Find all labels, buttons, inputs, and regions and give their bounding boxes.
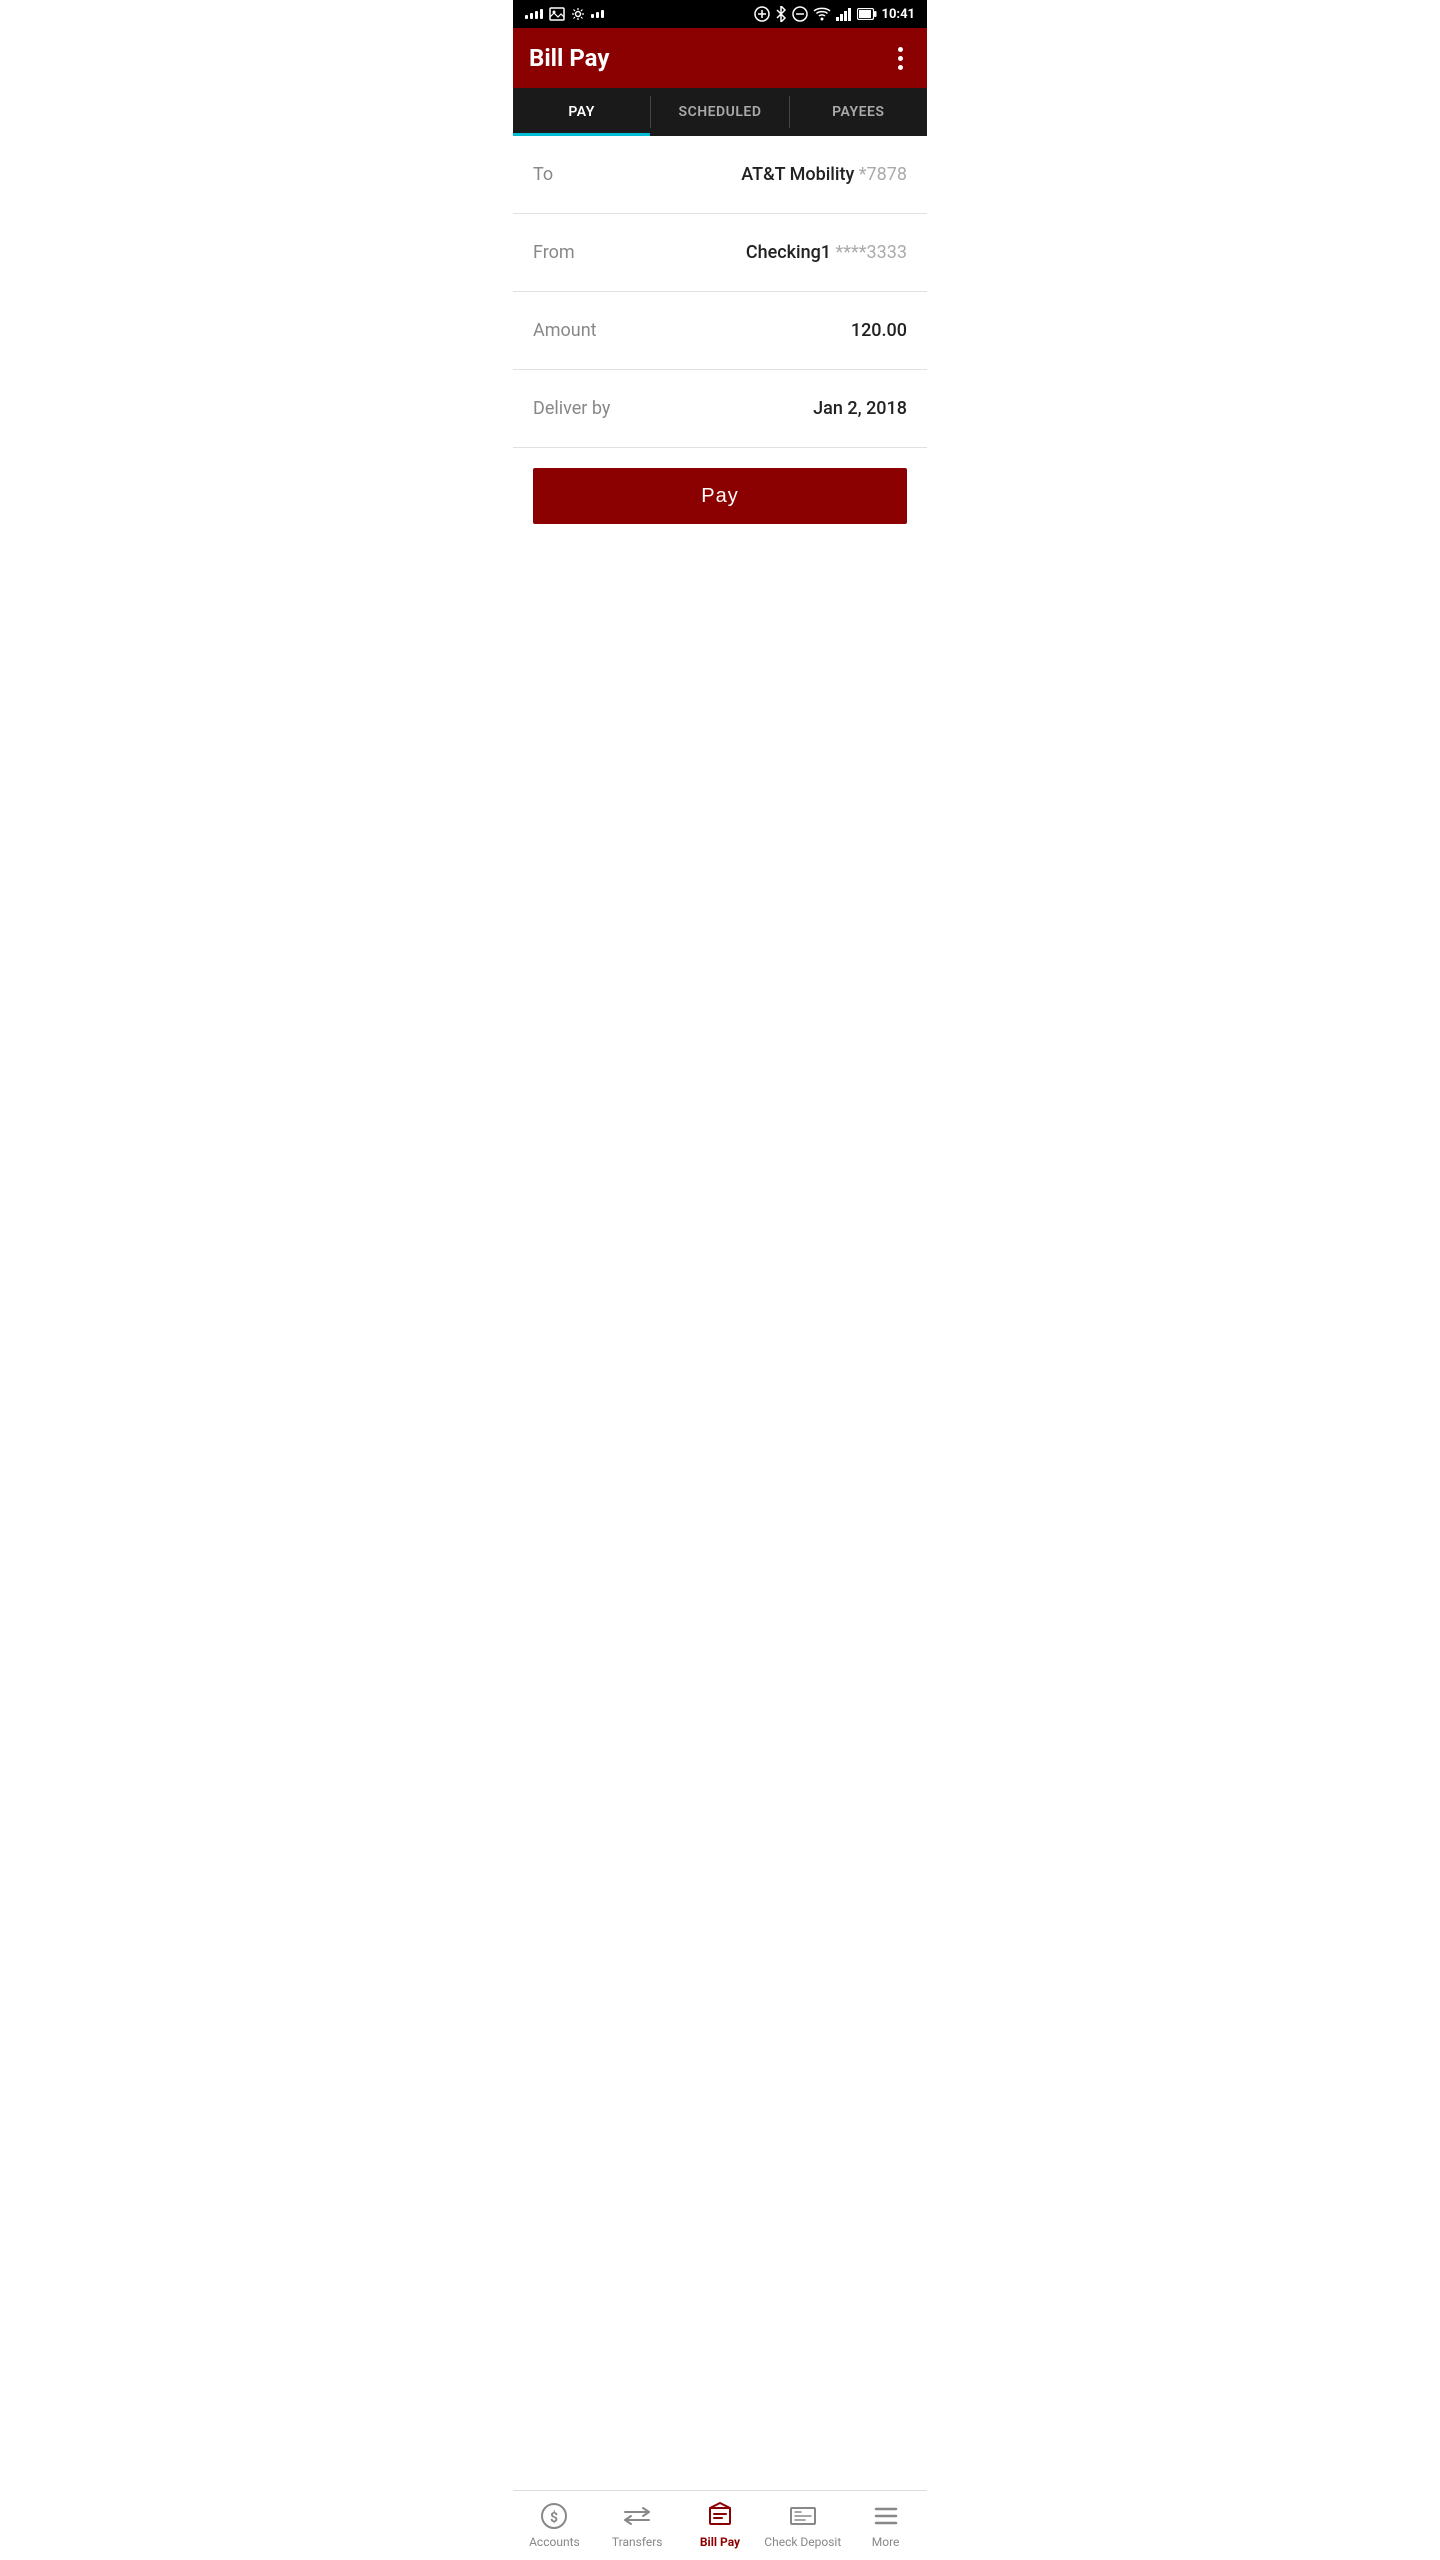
check-deposit-icon [789,2502,817,2530]
dollar-circle-icon: $ [540,2502,568,2530]
add-circle-icon [754,6,770,22]
signal-strength-icon [525,9,543,19]
deliver-by-row[interactable]: Deliver by Jan 2, 2018 [513,370,927,448]
overflow-menu-button[interactable] [890,39,911,78]
wifi-icon [813,7,831,21]
minus-circle-icon [792,6,808,22]
from-value: Checking1 ****3333 [746,242,907,263]
to-row[interactable]: To AT&T Mobility *7878 [513,136,927,214]
nav-item-check-deposit[interactable]: Check Deposit [761,2491,844,2560]
signal-bars-icon [836,7,852,21]
tab-bar: PAY SCHEDULED PAYEES [513,88,927,136]
svg-text:$: $ [550,2509,558,2526]
bill-pay-icon [706,2502,734,2530]
deliver-by-value: Jan 2, 2018 [813,398,907,419]
bottom-nav: $ Accounts Transfers Bill Pay [513,2490,927,2560]
nav-item-bill-pay[interactable]: Bill Pay [679,2491,762,2560]
network-dots-icon [591,10,604,18]
tab-pay[interactable]: PAY [513,88,650,136]
tab-scheduled[interactable]: SCHEDULED [651,88,788,136]
to-label: To [533,164,553,185]
tab-payees[interactable]: PAYEES [790,88,927,136]
transfer-icon [623,2502,651,2530]
status-left [525,7,604,21]
bluetooth-icon [775,6,787,22]
app-title: Bill Pay [529,44,609,72]
amount-value: 120.00 [851,320,907,341]
main-content: To AT&T Mobility *7878 From Checking1 **… [513,136,927,674]
from-label: From [533,242,575,263]
form-content: To AT&T Mobility *7878 From Checking1 **… [513,136,927,544]
status-right: 10:41 [754,6,916,22]
amount-row[interactable]: Amount 120.00 [513,292,927,370]
amount-label: Amount [533,320,597,341]
nav-item-more[interactable]: More [844,2491,927,2560]
deliver-by-label: Deliver by [533,398,610,419]
pay-button-container: Pay [513,448,927,544]
nav-item-transfers[interactable]: Transfers [596,2491,679,2560]
image-icon [549,7,565,21]
battery-icon [857,8,877,20]
settings-icon [571,7,585,21]
pay-button[interactable]: Pay [533,468,907,524]
app-header: Bill Pay [513,28,927,88]
from-row[interactable]: From Checking1 ****3333 [513,214,927,292]
status-bar: 10:41 [513,0,927,28]
time-display: 10:41 [882,7,916,22]
more-icon [872,2502,900,2530]
to-value: AT&T Mobility *7878 [741,164,907,185]
nav-item-accounts[interactable]: $ Accounts [513,2491,596,2560]
